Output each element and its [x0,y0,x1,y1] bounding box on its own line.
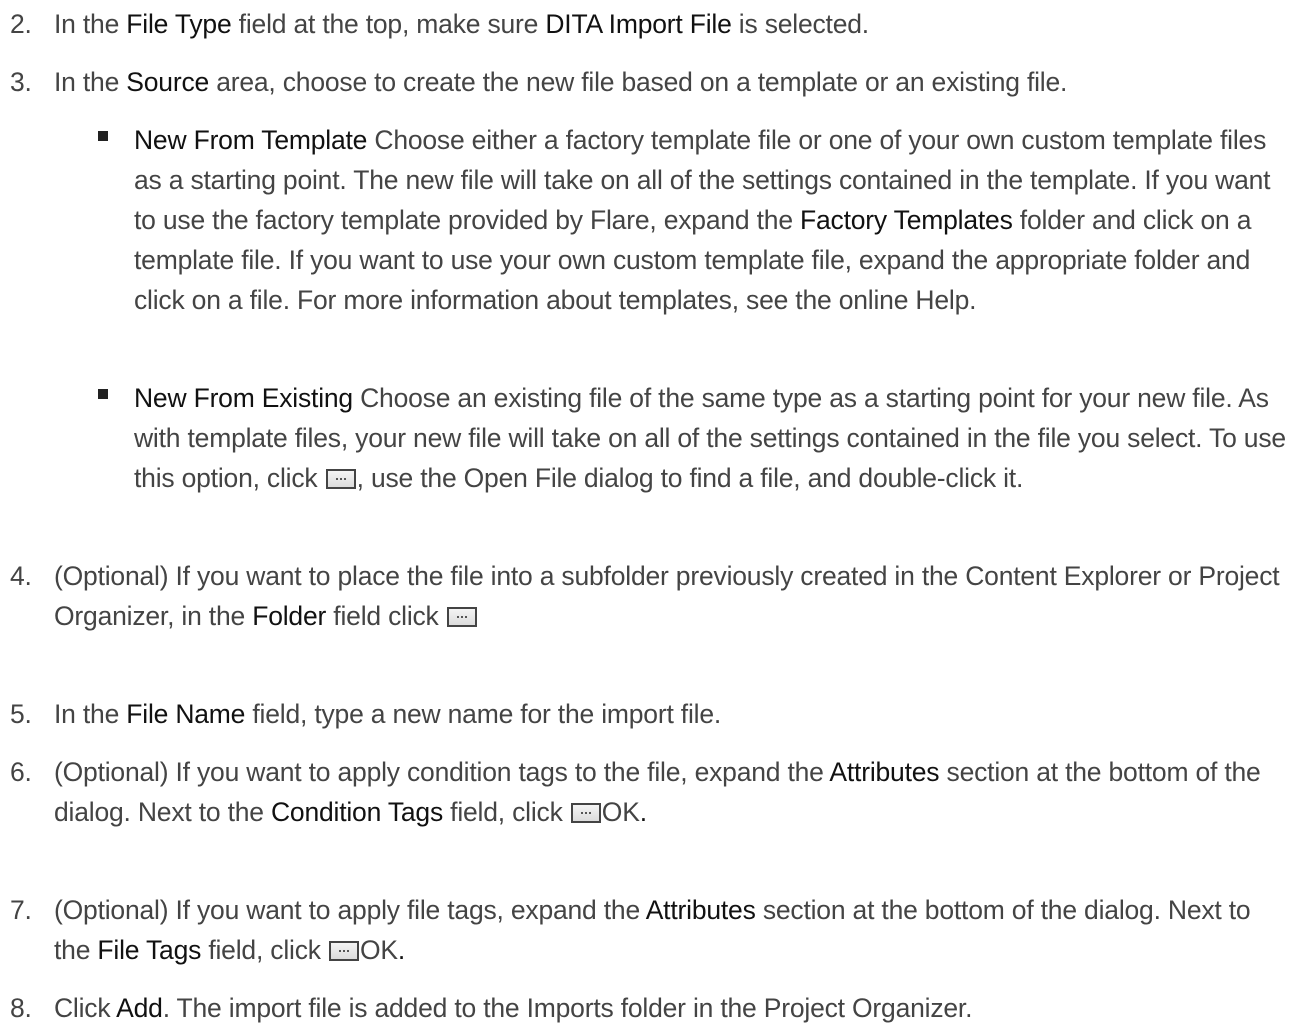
square-bullet-icon [98,389,108,399]
term-folder: Folder [252,601,327,631]
step-text: In the Source area, choose to create the… [54,62,1284,102]
text-run: area, choose to create the new file base… [209,67,1068,97]
text-run: , use the Open File dialog to find a fil… [356,463,1024,493]
term-condition-tags: Condition Tags [270,797,443,827]
term-file-type: File Type [126,9,232,39]
step-number: 8. [10,993,32,1023]
text-run: field click [326,601,446,631]
text-run: In the [54,67,127,97]
term-attributes: Attributes [829,757,940,787]
text-run: OK [359,935,398,965]
text-run: field, click [443,797,570,827]
text-run: Click [54,993,117,1023]
text-run: (Optional) If you want to apply conditio… [54,757,830,787]
step-number: 5. [10,699,32,729]
ellipsis-button-icon [325,469,356,489]
option-text: New From Template Choose either a factor… [134,120,1289,320]
option-text: New From Existing Choose an existing fil… [134,378,1289,498]
term-new-from-template: New From Template [134,125,368,155]
term-attributes: Attributes [645,895,756,925]
step-text: Click Add. The import file is added to t… [54,988,1284,1028]
text-run: field, type a new name for the import fi… [245,699,722,729]
square-bullet-icon [98,131,108,141]
step-text: In the File Name field, type a new name … [54,694,1284,734]
text-run: OK [601,797,640,827]
term-factory-templates: Factory Templates [800,205,1013,235]
step-text: In the File Type field at the top, make … [54,4,1284,44]
ellipsis-button-icon [328,941,359,961]
step-number: 2. [10,9,32,39]
term-file-name: File Name [126,699,246,729]
step-text: (Optional) If you want to apply conditio… [54,752,1284,832]
term-new-from-existing: New From Existing [134,383,353,413]
text-run: In the [54,699,127,729]
term-ok: . [639,797,647,827]
step-text: (Optional) If you want to apply file tag… [54,890,1284,970]
step-number: 7. [10,895,32,925]
term-ok: . [397,935,406,965]
term-file-tags: File Tags [97,935,202,965]
term-add: Add [116,993,163,1023]
step-number: 3. [10,67,32,97]
ellipsis-button-icon [446,607,477,627]
text-run: is selected. [731,9,869,39]
text-run: . The import file is added to the Import… [162,993,973,1023]
step-text: (Optional) If you want to place the file… [54,556,1284,636]
text-run: (Optional) If you want to apply file tag… [54,895,646,925]
term-dita-import-file: DITA Import File [545,9,732,39]
step-number: 6. [10,757,32,787]
text-run: In the [54,9,127,39]
step-number: 4. [10,561,32,591]
ellipsis-button-icon [570,803,601,823]
text-run: (Optional) If you want to place the file… [54,561,1280,631]
text-run: field at the top, make sure [231,9,546,39]
term-source: Source [126,67,210,97]
text-run: field, click [201,935,328,965]
